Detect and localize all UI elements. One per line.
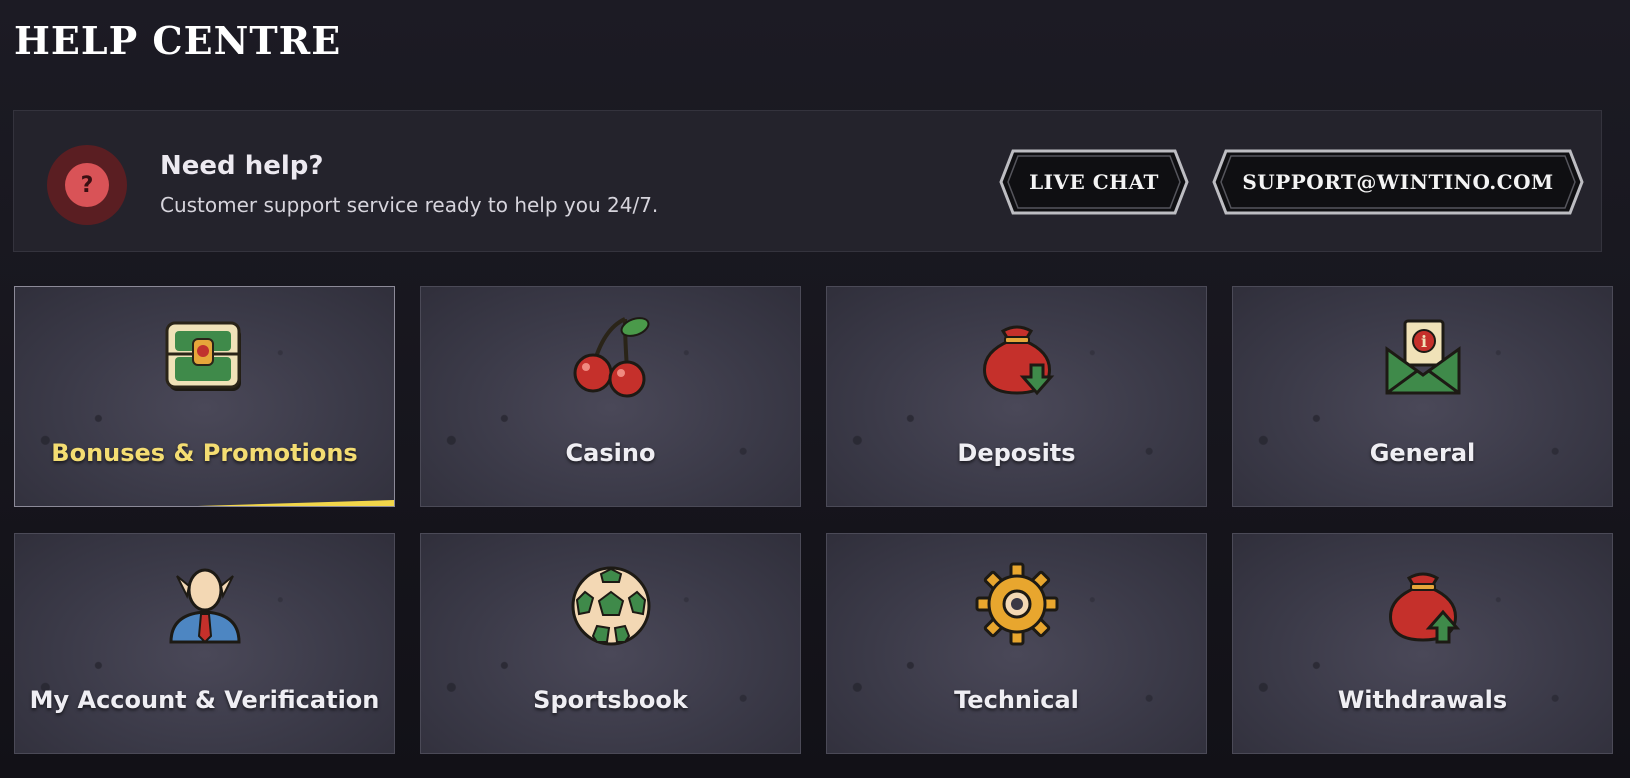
info-envelope-icon: i <box>1385 319 1460 395</box>
support-email-button[interactable]: SUPPORT@WINTINO.COM <box>1212 149 1584 215</box>
help-panel: ? Need help? Customer support service re… <box>13 110 1602 252</box>
help-question-icon: ? <box>47 145 127 225</box>
category-my-account-verification[interactable]: My Account & Verification <box>14 533 395 754</box>
live-chat-button[interactable]: LIVE CHAT <box>999 149 1189 215</box>
money-bag-up-icon <box>1388 572 1460 644</box>
page-title: HELP CENTRE <box>14 18 342 63</box>
help-icon-glyph: ? <box>65 163 109 207</box>
money-bag-down-icon <box>982 325 1054 396</box>
gear-icon <box>975 562 1058 646</box>
category-label: Technical <box>954 686 1079 714</box>
category-label: Deposits <box>957 439 1076 467</box>
help-description: Customer support service ready to help y… <box>160 193 659 217</box>
category-sportsbook[interactable]: Sportsbook <box>420 533 801 754</box>
category-casino[interactable]: Casino <box>420 286 801 507</box>
category-label: Withdrawals <box>1337 686 1508 714</box>
category-general[interactable]: i General <box>1232 286 1613 507</box>
cherries-icon <box>573 317 649 398</box>
category-deposits[interactable]: Deposits <box>826 286 1207 507</box>
category-label: General <box>1369 439 1476 467</box>
live-chat-label: LIVE CHAT <box>1029 170 1159 194</box>
active-indicator <box>165 500 394 506</box>
category-withdrawals[interactable]: Withdrawals <box>1232 533 1613 754</box>
category-label: Bonuses & Promotions <box>51 439 358 467</box>
category-label: Casino <box>565 439 656 467</box>
category-bonuses-promotions[interactable]: Bonuses & Promotions <box>14 286 395 507</box>
support-email-label: SUPPORT@WINTINO.COM <box>1242 170 1554 194</box>
treasure-chest-icon <box>165 321 241 391</box>
user-avatar-icon <box>168 568 241 644</box>
category-technical[interactable]: Technical <box>826 533 1207 754</box>
soccer-ball-icon <box>571 566 650 646</box>
svg-text:i: i <box>1420 332 1426 351</box>
category-grid: Bonuses & Promotions Casino Deposits i G… <box>14 286 1613 754</box>
category-label: Sportsbook <box>533 686 688 714</box>
help-heading: Need help? <box>160 151 324 181</box>
category-label: My Account & Verification <box>29 686 380 714</box>
